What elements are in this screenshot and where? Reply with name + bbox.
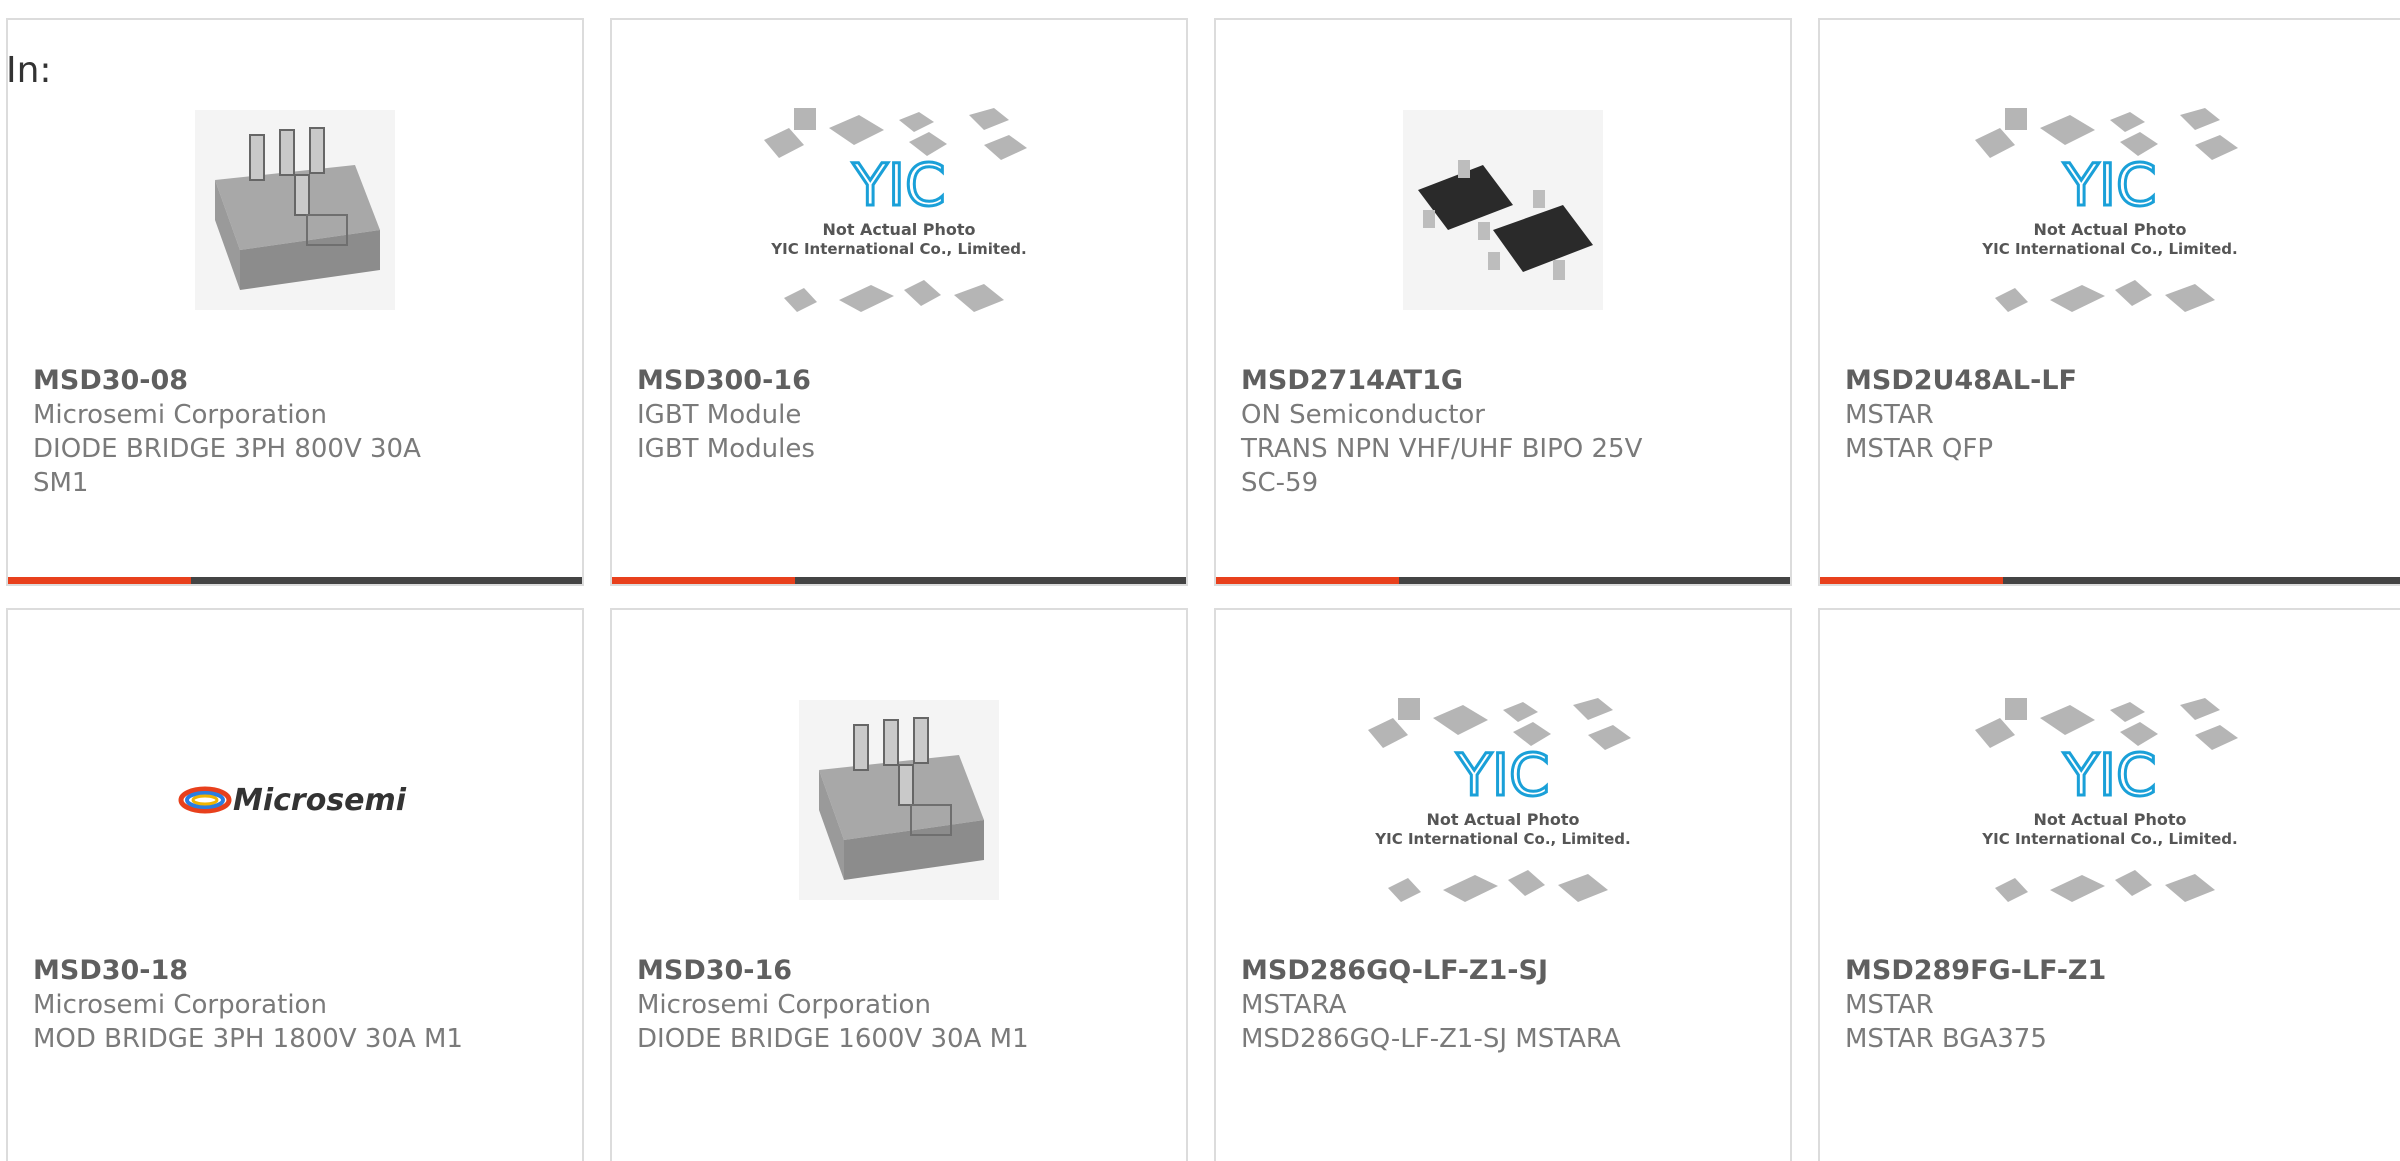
product-card[interactable]: Microsemi MSD30-18 Microsemi Corporation…: [6, 608, 584, 1161]
manufacturer: MSTAR: [1845, 990, 1934, 1020]
placeholder-line1: Not Actual Photo: [1426, 810, 1579, 829]
placeholder-line1: Not Actual Photo: [2033, 220, 2186, 239]
yic-placeholder-image: YIC Not Actual Photo YIC International C…: [1975, 108, 2238, 312]
part-number[interactable]: MSD30-08: [33, 364, 572, 398]
part-number[interactable]: MSD286GQ-LF-Z1-SJ: [1241, 954, 1780, 988]
product-image[interactable]: [8, 90, 582, 330]
description: DIODE BRIDGE 1600V 30A M1: [637, 1024, 1029, 1054]
yic-placeholder-image: YIC Not Actual Photo YIC International C…: [764, 108, 1027, 312]
product-image[interactable]: Microsemi: [8, 680, 582, 920]
placeholder-line2: YIC International Co., Limited.: [1981, 240, 2237, 258]
bridge-module-photo: [799, 700, 999, 900]
sot-transistor-photo: [1403, 110, 1603, 310]
svg-text:YIC: YIC: [1455, 741, 1549, 809]
manufacturer: Microsemi Corporation: [33, 990, 327, 1020]
product-image[interactable]: YIC Not Actual Photo YIC International C…: [1820, 680, 2400, 920]
product-card[interactable]: YIC Not Actual Photo YIC International C…: [1818, 608, 2400, 1161]
description: TRANS NPN VHF/UHF BIPO 25V: [1241, 434, 1643, 464]
package: SM1: [33, 468, 89, 498]
bridge-module-photo: [195, 110, 395, 310]
description: IGBT Modules: [637, 434, 815, 464]
microsemi-logo: Microsemi: [178, 783, 407, 818]
placeholder-line2: YIC International Co., Limited.: [770, 240, 1026, 258]
description: MSTAR QFP: [1845, 434, 1994, 464]
product-card[interactable]: MSD30-16 Microsemi Corporation DIODE BRI…: [610, 608, 1188, 1161]
svg-text:YIC: YIC: [2062, 741, 2156, 809]
card-accent-bar: [1216, 577, 1399, 584]
product-image[interactable]: YIC Not Actual Photo YIC International C…: [612, 90, 1186, 330]
description: MOD BRIDGE 3PH 1800V 30A M1: [33, 1024, 463, 1054]
part-number[interactable]: MSD2714AT1G: [1241, 364, 1780, 398]
card-accent-bar: [1820, 577, 2003, 584]
product-image[interactable]: [1216, 90, 1790, 330]
card-bottom-bar: [1820, 577, 2400, 584]
card-bottom-bar: [8, 577, 582, 584]
part-number[interactable]: MSD30-16: [637, 954, 1176, 988]
card-bottom-bar: [612, 577, 1186, 584]
yic-placeholder-image: YIC Not Actual Photo YIC International C…: [1975, 698, 2238, 902]
placeholder-line2: YIC International Co., Limited.: [1374, 830, 1630, 848]
product-card[interactable]: MSD30-08 Microsemi Corporation DIODE BRI…: [6, 18, 584, 586]
svg-text:YIC: YIC: [851, 151, 945, 219]
description: MSTAR BGA375: [1845, 1024, 2047, 1054]
manufacturer: IGBT Module: [637, 400, 802, 430]
card-accent-bar: [8, 577, 191, 584]
manufacturer: MSTAR: [1845, 400, 1934, 430]
part-number[interactable]: MSD289FG-LF-Z1: [1845, 954, 2390, 988]
product-image[interactable]: [612, 680, 1186, 920]
manufacturer: ON Semiconductor: [1241, 400, 1485, 430]
placeholder-line1: Not Actual Photo: [2033, 810, 2186, 829]
manufacturer: Microsemi Corporation: [637, 990, 931, 1020]
manufacturer: MSTARA: [1241, 990, 1347, 1020]
product-grid-page: In: MSD30-08 Microsemi Corporation DIODE…: [0, 0, 2400, 1161]
card-bottom-bar: [1216, 577, 1790, 584]
product-image[interactable]: YIC Not Actual Photo YIC International C…: [1216, 680, 1790, 920]
product-card[interactable]: YIC Not Actual Photo YIC International C…: [1214, 608, 1792, 1161]
package: SC-59: [1241, 468, 1319, 498]
product-card[interactable]: YIC Not Actual Photo YIC International C…: [1818, 18, 2400, 586]
in-label: In:: [6, 50, 52, 91]
placeholder-line1: Not Actual Photo: [822, 220, 975, 239]
placeholder-line2: YIC International Co., Limited.: [1981, 830, 2237, 848]
card-accent-bar: [612, 577, 795, 584]
yic-placeholder-image: YIC Not Actual Photo YIC International C…: [1368, 698, 1631, 902]
product-image[interactable]: YIC Not Actual Photo YIC International C…: [1820, 90, 2400, 330]
product-card[interactable]: YIC Not Actual Photo YIC International C…: [610, 18, 1188, 586]
part-number[interactable]: MSD300-16: [637, 364, 1176, 398]
manufacturer: Microsemi Corporation: [33, 400, 327, 430]
microsemi-logo-text: Microsemi: [233, 783, 407, 818]
description: DIODE BRIDGE 3PH 800V 30A: [33, 434, 421, 464]
description: MSD286GQ-LF-Z1-SJ MSTARA: [1241, 1024, 1621, 1054]
part-number[interactable]: MSD30-18: [33, 954, 572, 988]
product-card[interactable]: MSD2714AT1G ON Semiconductor TRANS NPN V…: [1214, 18, 1792, 586]
part-number[interactable]: MSD2U48AL-LF: [1845, 364, 2390, 398]
svg-text:YIC: YIC: [2062, 151, 2156, 219]
